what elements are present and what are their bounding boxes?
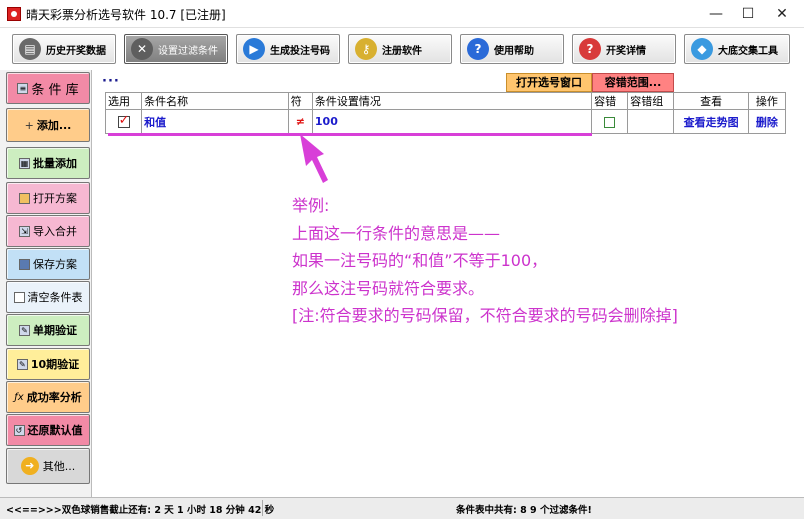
note-line: 如果一注号码的“和值”不等于100， [292, 251, 548, 271]
history-data-button[interactable]: ▤ 历史开奖数据 [12, 34, 116, 64]
restore-default-button[interactable]: ↺ 还原默认值 [6, 414, 90, 446]
column-header: 容错 [591, 92, 629, 110]
more-button[interactable]: ➜ 其他... [6, 448, 90, 484]
column-header: 符 [287, 92, 313, 110]
maximize-button[interactable]: ☐ [732, 0, 764, 28]
condition-library-button[interactable]: ≡ 条 件 库 [6, 72, 90, 104]
import-icon: ⇲ [19, 225, 30, 237]
plus-icon: + [24, 118, 34, 132]
note-line: [注:符合要求的号码保留，不符合要求的号码会删除掉] [292, 306, 678, 326]
column-header: 操作 [747, 92, 787, 110]
countdown-status: <<==>>>双色球销售截止还有: 2 天 1 小时 18 分钟 42 秒 [6, 505, 275, 516]
database-icon: ▤ [19, 38, 41, 60]
key-icon: ⚷ [355, 38, 377, 60]
open-selection-window-button[interactable]: 打开选号窗口 [506, 73, 592, 92]
tolerance-group[interactable] [627, 109, 675, 134]
batch-add-button[interactable]: ▦ 批量添加 [6, 147, 90, 179]
window-title: 晴天彩票分析选号软件 10.7 [已注册] [26, 8, 226, 22]
condition-count-status: 条件表中共有: 8 9 个过滤条件! [456, 505, 592, 516]
success-rate-button[interactable]: ƒx 成功率分析 [6, 381, 90, 413]
tolerance-range-button[interactable]: 容错范围... [592, 73, 674, 92]
tools-icon: ✕ [131, 38, 153, 60]
folder-icon [19, 192, 30, 204]
single-verify-button[interactable]: ✎ 单期验证 [6, 314, 90, 346]
tolerance-checkbox[interactable] [604, 116, 616, 128]
help-icon: ? [467, 38, 489, 60]
play-icon: ▶ [243, 38, 265, 60]
clear-icon [13, 291, 25, 303]
check-icon: ✎ [16, 358, 28, 370]
tolerance-cell [591, 109, 629, 134]
register-button[interactable]: ⚷ 注册软件 [348, 34, 452, 64]
ten-period-verify-button[interactable]: ✎ 10期验证 [6, 348, 90, 380]
set-filter-button[interactable]: ✕ 设置过滤条件 [124, 34, 228, 64]
status-bar: <<==>>>双色球销售截止还有: 2 天 1 小时 18 分钟 42 秒 条件… [0, 497, 804, 519]
intersection-tool-button[interactable]: ◆ 大底交集工具 [684, 34, 790, 64]
view-trend-link[interactable]: 查看走势图 [673, 109, 749, 134]
check-icon: ✎ [19, 324, 30, 336]
add-button[interactable]: + 添加... [6, 108, 90, 142]
save-plan-button[interactable]: 保存方案 [6, 248, 90, 280]
pointer-arrow-icon [300, 134, 328, 183]
close-button[interactable]: ✕ [766, 0, 798, 28]
save-icon [19, 258, 30, 270]
note-line: 举例: [292, 196, 330, 215]
list-icon: ≡ [17, 82, 29, 94]
example-note: 举例: 上面这一行条件的意思是—— 如果一注号码的“和值”不等于100， 那么这… [292, 192, 678, 330]
note-line: 那么这注号码就符合要求。 [292, 278, 485, 298]
more-dots[interactable]: ··· [102, 74, 120, 89]
condition-setting[interactable]: 100 [311, 109, 593, 134]
column-header: 查看 [673, 92, 749, 110]
question-icon: ? [579, 38, 601, 60]
table-row: 和值 ≠ 100 查看走势图 删除 [104, 109, 787, 134]
conditions-table: 选用 条件名称 符 条件设置情况 容错 容错组 查看 操作 和值 ≠ 100 [104, 92, 787, 134]
draw-details-button[interactable]: ? 开奖详情 [572, 34, 676, 64]
column-header: 条件设置情况 [311, 92, 593, 110]
arrow-right-icon: ➜ [20, 457, 39, 475]
sidebar: ≡ 条 件 库 + 添加... ▦ 批量添加 打开方案 ⇲ 导入合并 保存方案 清空条件… [0, 70, 92, 497]
column-header: 条件名称 [141, 92, 289, 110]
note-line: 上面这一行条件的意思是—— [292, 223, 501, 243]
table-header-row: 选用 条件名称 符 条件设置情况 容错 容错组 查看 操作 [104, 92, 787, 110]
clear-conditions-button[interactable]: 清空条件表 [6, 281, 90, 313]
app-icon [7, 7, 21, 21]
condition-name[interactable]: 和值 [141, 109, 289, 134]
main-toolbar: ▤ 历史开奖数据 ✕ 设置过滤条件 ▶ 生成投注号码 ⚷ 注册软件 ? 使用帮助… [0, 28, 804, 70]
restore-icon: ↺ [13, 424, 25, 436]
delete-link[interactable]: 删除 [747, 109, 787, 134]
column-header: 选用 [104, 92, 143, 110]
open-plan-button[interactable]: 打开方案 [6, 182, 90, 214]
use-checkbox[interactable] [117, 113, 130, 128]
generate-numbers-button[interactable]: ▶ 生成投注号码 [236, 34, 340, 64]
help-button[interactable]: ? 使用帮助 [460, 34, 564, 64]
title-bar: 晴天彩票分析选号软件 10.7 [已注册] — ☐ ✕ [0, 0, 804, 28]
import-merge-button[interactable]: ⇲ 导入合并 [6, 215, 90, 247]
status-divider [262, 500, 263, 516]
highlight-underline [108, 133, 592, 136]
column-header: 容错组 [627, 92, 675, 110]
use-checkbox-cell [104, 109, 143, 134]
function-icon: ƒx [14, 391, 24, 403]
cube-icon: ◆ [691, 38, 713, 60]
minimize-button[interactable]: — [700, 0, 732, 28]
grid-icon: ▦ [19, 157, 30, 169]
